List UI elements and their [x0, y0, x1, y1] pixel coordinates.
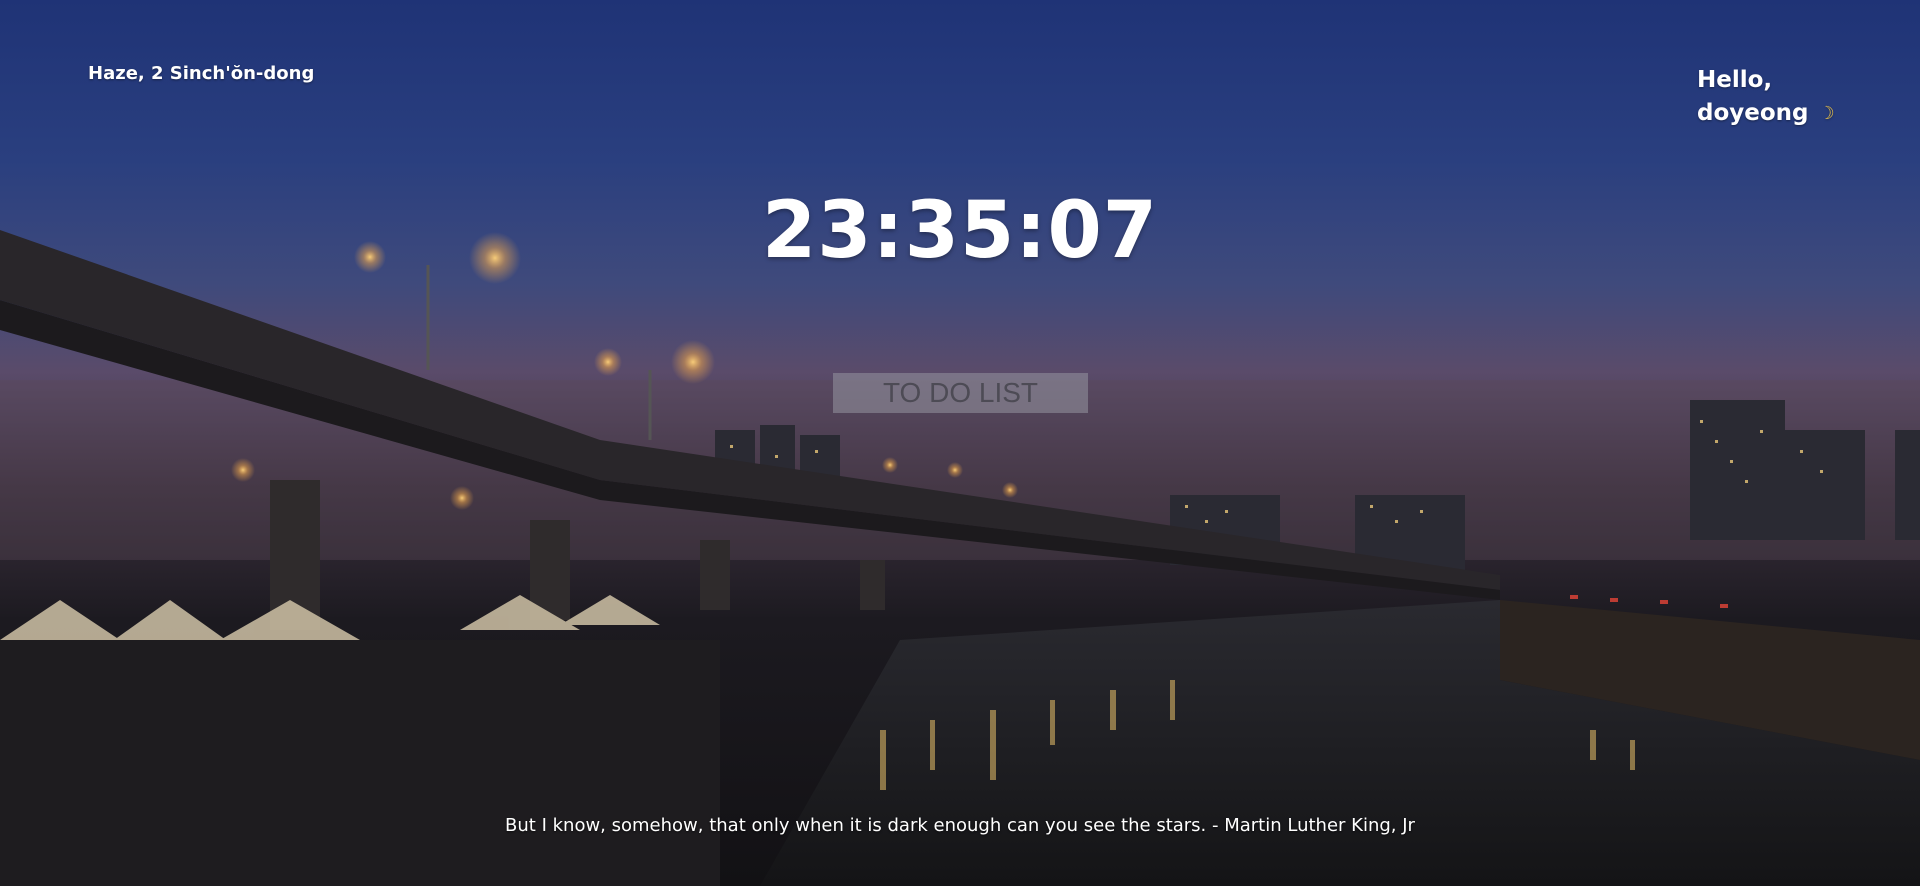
greeting-name-line: doyeong ☽ [1697, 97, 1835, 130]
weather-location[interactable]: Haze, 2 Sinch'ŏn-dong [88, 63, 314, 84]
crescent-moon-icon: ☽ [1818, 103, 1835, 124]
background-night-city-photo [0, 230, 1920, 886]
greeting-username[interactable]: doyeong [1697, 100, 1809, 126]
todo-list-button[interactable]: TO DO LIST [833, 373, 1088, 413]
clock: 23:35:07 [761, 186, 1159, 276]
quote: But I know, somehow, that only when it i… [505, 815, 1415, 836]
greeting-hello: Hello, [1697, 67, 1773, 93]
momentum-dashboard: Haze, 2 Sinch'ŏn-dong Hello, doyeong ☽ 23… [0, 0, 1920, 886]
greeting: Hello, doyeong ☽ [1697, 64, 1835, 130]
